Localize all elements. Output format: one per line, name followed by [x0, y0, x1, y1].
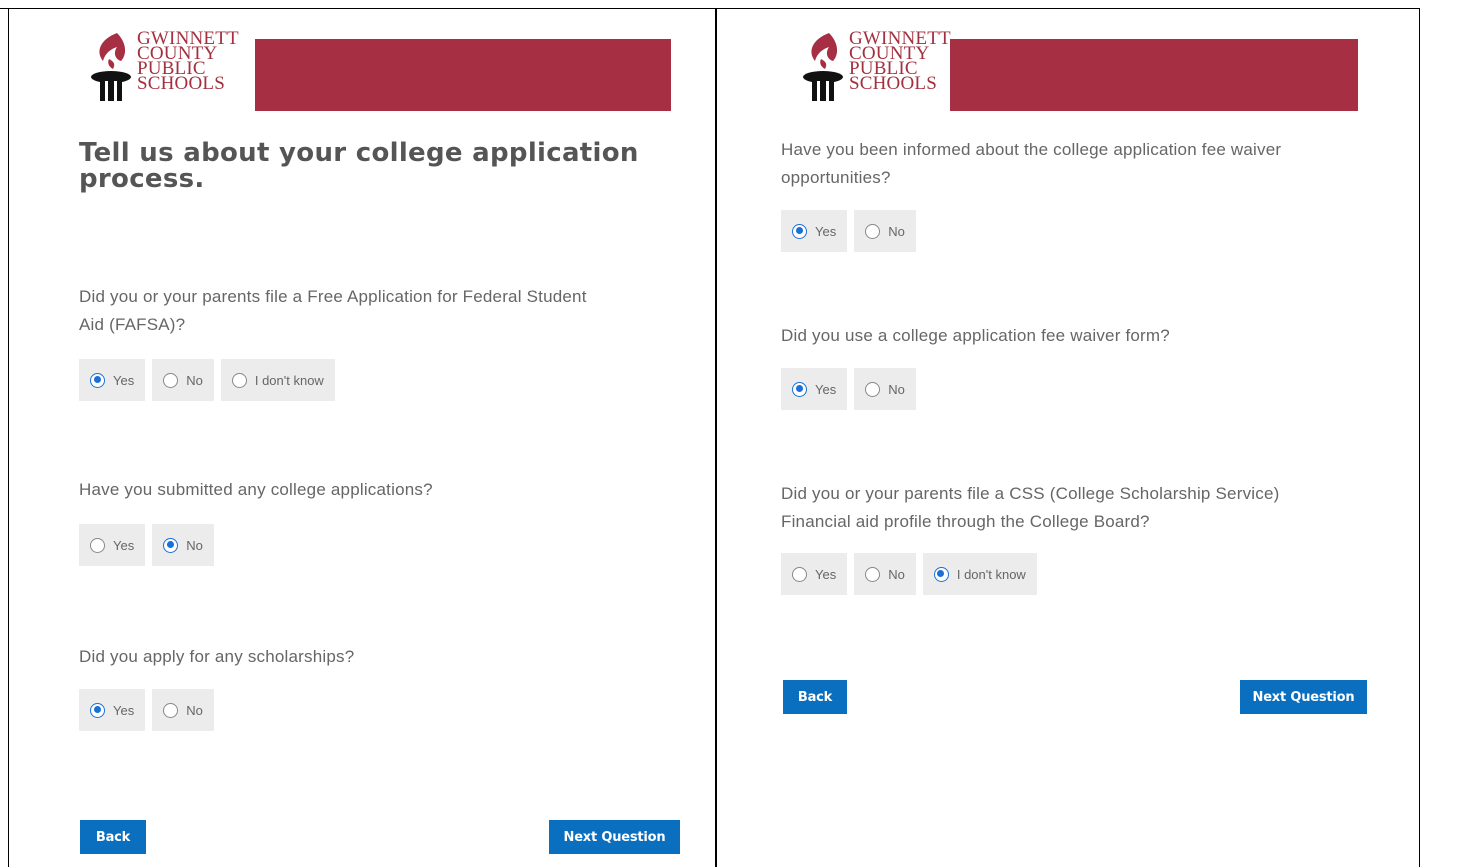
options-css-profile: Yes No I don't know — [781, 553, 1037, 595]
options-fee-waiver-form: Yes No — [781, 368, 916, 410]
radio-selected-icon[interactable] — [792, 381, 807, 397]
radio-icon[interactable] — [231, 372, 247, 388]
option-label: No — [186, 372, 203, 388]
option-no[interactable]: No — [854, 368, 916, 410]
option-label: No — [186, 537, 203, 553]
header-banner — [950, 39, 1358, 111]
option-label: Yes — [113, 702, 135, 718]
page-title-line-2: process. — [79, 164, 205, 194]
torch-icon — [799, 29, 849, 103]
option-label: Yes — [815, 223, 837, 239]
back-button[interactable]: Back — [783, 680, 847, 714]
option-label: No — [186, 702, 203, 718]
header-banner — [255, 39, 671, 111]
logo-line-4: SCHOOLS — [849, 73, 937, 94]
option-no[interactable]: No — [152, 689, 214, 731]
option-yes[interactable]: Yes — [79, 524, 146, 566]
next-question-button[interactable]: Next Question — [1240, 680, 1367, 714]
school-logo: GWINNETT COUNTY PUBLIC SCHOOLS — [87, 29, 239, 103]
radio-icon[interactable] — [90, 537, 105, 553]
options-scholarships: Yes No — [79, 689, 214, 731]
left-panel: GWINNETT COUNTY PUBLIC SCHOOLS Tell us a… — [9, 9, 715, 867]
school-logo: GWINNETT COUNTY PUBLIC SCHOOLS — [799, 29, 951, 103]
radio-selected-icon[interactable] — [933, 566, 949, 582]
question-text-line-2: Aid (FAFSA)? — [79, 315, 186, 334]
radio-icon[interactable] — [865, 566, 881, 582]
question-fee-waiver-form: Did you use a college application fee wa… — [781, 322, 1170, 350]
option-label: I don't know — [254, 372, 324, 388]
option-dont-know[interactable]: I don't know — [220, 359, 335, 401]
question-text-line-1: Have you been informed about the college… — [781, 140, 1282, 159]
logo-wordmark: GWINNETT COUNTY PUBLIC SCHOOLS — [849, 29, 951, 94]
question-text: Did you use a college application fee wa… — [781, 326, 1170, 345]
option-dont-know[interactable]: I don't know — [922, 553, 1037, 595]
option-no[interactable]: No — [152, 359, 214, 401]
radio-icon[interactable] — [792, 566, 807, 582]
option-label: Yes — [815, 381, 837, 397]
radio-selected-icon[interactable] — [163, 537, 179, 553]
page-title: Tell us about your college application p… — [79, 140, 639, 192]
question-text-line-1: Did you or your parents file a CSS (Coll… — [781, 484, 1280, 503]
radio-icon[interactable] — [865, 223, 881, 239]
question-fee-waiver-informed: Have you been informed about the college… — [781, 136, 1281, 192]
option-label: I don't know — [956, 566, 1026, 582]
option-yes[interactable]: Yes — [781, 210, 848, 252]
options-applications: Yes No — [79, 524, 214, 566]
option-label: Yes — [113, 372, 135, 388]
question-text-line-1: Did you or your parents file a Free Appl… — [79, 287, 587, 306]
radio-selected-icon[interactable] — [90, 372, 105, 388]
option-label: Yes — [815, 566, 837, 582]
option-label: No — [888, 381, 905, 397]
right-panel: GWINNETT COUNTY PUBLIC SCHOOLS Have you … — [717, 9, 1419, 867]
question-scholarships: Did you apply for any scholarships? — [79, 643, 354, 671]
question-text: Did you apply for any scholarships? — [79, 647, 355, 666]
option-yes[interactable]: Yes — [79, 359, 146, 401]
option-yes[interactable]: Yes — [781, 553, 848, 595]
option-label: Yes — [113, 537, 135, 553]
option-no[interactable]: No — [854, 210, 916, 252]
options-fafsa: Yes No I don't know — [79, 359, 335, 401]
option-label: No — [888, 566, 905, 582]
frame-right-border — [1419, 8, 1420, 867]
question-text-line-2: Financial aid profile through the Colleg… — [781, 512, 1150, 531]
radio-selected-icon[interactable] — [90, 702, 105, 718]
question-css-profile: Did you or your parents file a CSS (Coll… — [781, 480, 1279, 536]
back-button[interactable]: Back — [80, 820, 146, 854]
question-fafsa: Did you or your parents file a Free Appl… — [79, 283, 587, 339]
page-title-line-1: Tell us about your college application — [79, 138, 639, 168]
option-no[interactable]: No — [854, 553, 916, 595]
option-no[interactable]: No — [152, 524, 214, 566]
logo-wordmark: GWINNETT COUNTY PUBLIC SCHOOLS — [137, 29, 239, 94]
option-yes[interactable]: Yes — [781, 368, 848, 410]
radio-icon[interactable] — [865, 381, 881, 397]
logo-line-4: SCHOOLS — [137, 73, 225, 94]
next-question-button[interactable]: Next Question — [549, 820, 680, 854]
option-yes[interactable]: Yes — [79, 689, 146, 731]
question-text: Have you submitted any college applicati… — [79, 480, 433, 499]
options-fee-waiver-informed: Yes No — [781, 210, 916, 252]
radio-selected-icon[interactable] — [792, 223, 807, 239]
torch-icon — [87, 29, 137, 103]
question-text-line-2: opportunities? — [781, 168, 891, 187]
radio-icon[interactable] — [163, 702, 179, 718]
radio-icon[interactable] — [163, 372, 179, 388]
option-label: No — [888, 223, 905, 239]
question-applications: Have you submitted any college applicati… — [79, 476, 433, 504]
